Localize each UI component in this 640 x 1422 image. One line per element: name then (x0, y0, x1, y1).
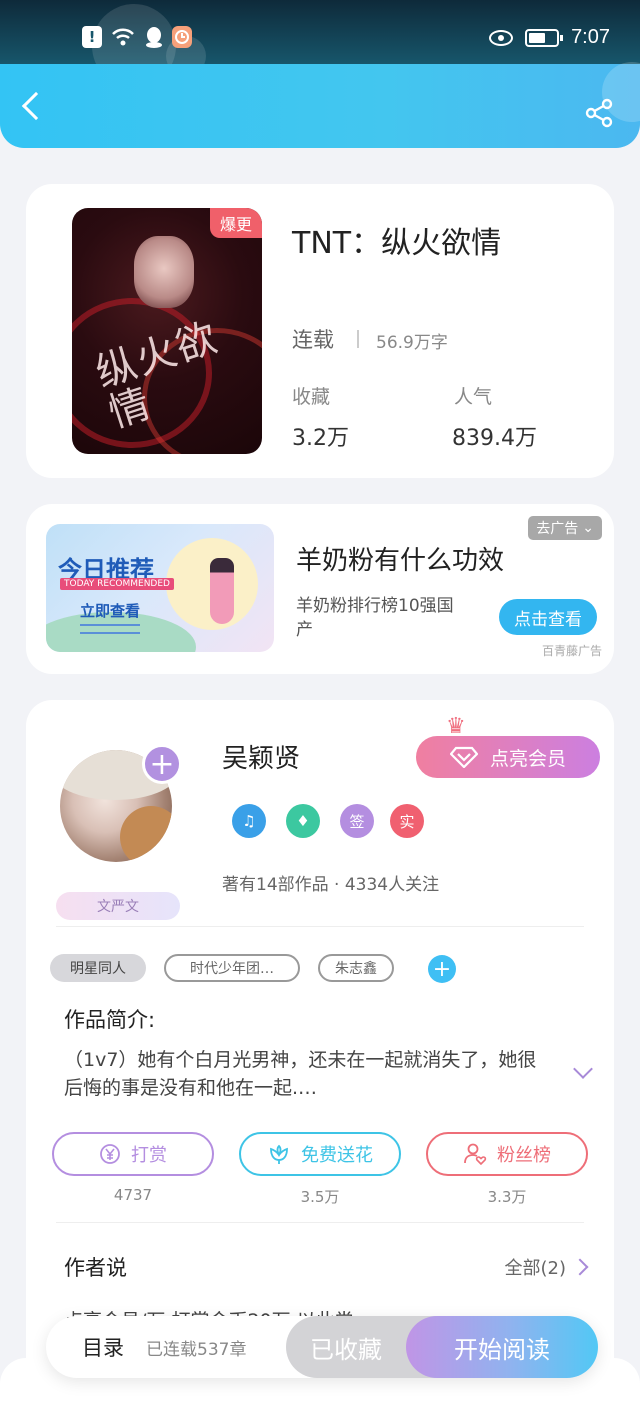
divider (357, 330, 359, 348)
bottom-action-bar: 目录 已连载537章 已收藏 开始阅读 (46, 1316, 598, 1378)
author-stats: 著有14部作品 · 4334人关注 (222, 875, 440, 895)
expand-icon[interactable] (573, 1059, 593, 1079)
fan-icon (464, 1143, 487, 1166)
ad-description: 羊奶粉排行榜10强国产 (296, 596, 454, 640)
ad-decor (80, 624, 140, 634)
handshake-badge-icon: ♦ (286, 804, 320, 838)
tag-chip[interactable]: 明星同人 (50, 954, 146, 982)
tag-chip[interactable]: 时代少年团… (164, 954, 300, 982)
divider (56, 926, 584, 927)
ad-image-subtitle: TODAY RECOMMENDED (60, 578, 174, 590)
author-says-heading: 作者说 (64, 1256, 127, 1280)
toc-button[interactable]: 目录 (82, 1332, 124, 1362)
popularity-label: 人气 (454, 386, 493, 408)
ad-title[interactable]: 羊奶粉有什么功效 (296, 540, 504, 577)
ad-image[interactable]: 今日推荐 TODAY RECOMMENDED 立即查看 (46, 524, 274, 652)
avatar-decor (120, 806, 172, 862)
verified-badge: 实 (390, 804, 424, 838)
book-cover[interactable]: 纵火欲情 (72, 208, 262, 454)
word-count: 56.9万字 (376, 333, 448, 353)
tip-count: 4737 (113, 1186, 153, 1204)
alert-icon: ! (82, 26, 102, 48)
serial-status: 连载 (292, 328, 334, 352)
ad-card[interactable]: 今日推荐 TODAY RECOMMENDED 立即查看 去广告 ⌄ 羊奶粉有什么… (26, 504, 614, 674)
qq-icon (144, 26, 164, 48)
tip-button[interactable]: 打赏 (52, 1132, 214, 1176)
fan-count: 3.3万 (487, 1188, 527, 1206)
follow-button[interactable]: + (142, 744, 182, 784)
send-flower-label: 免费送花 (301, 1145, 373, 1166)
yen-icon (100, 1144, 120, 1164)
remove-ad-label: 去广告 (536, 521, 579, 537)
chevron-down-icon: ⌄ (582, 520, 594, 536)
alarm-icon (172, 26, 192, 48)
chevron-right-icon (571, 1258, 589, 1276)
author-name[interactable]: 吴颖贤 (222, 738, 300, 775)
divider (56, 1222, 584, 1223)
view-all-label: 全部(2) (504, 1258, 567, 1279)
back-icon[interactable] (21, 91, 51, 121)
ad-image-cta: 立即查看 (80, 602, 141, 620)
status-bar: ! 7:07 (0, 0, 640, 88)
ad-view-button[interactable]: 点击查看 (499, 599, 597, 635)
send-flower-button[interactable]: 免费送花 (239, 1132, 401, 1176)
book-info-card: 纵火欲情 爆更 TNT：纵火欲情 连载 56.9万字 收藏 3.2万 人气 83… (26, 184, 614, 478)
signed-badge: 签 (340, 804, 374, 838)
add-tag-button[interactable]: + (428, 955, 456, 983)
author-tag: 文严文 (56, 892, 180, 920)
vip-button[interactable]: 点亮会员 (416, 736, 600, 778)
flower-count: 3.5万 (300, 1188, 340, 1206)
battery-icon (525, 28, 564, 47)
top-header (0, 62, 640, 148)
intro-heading: 作品简介: (64, 1008, 156, 1032)
favorites-label: 收藏 (292, 386, 331, 408)
collected-label: 已收藏 (310, 1335, 382, 1364)
view-all-link[interactable]: 全部(2) (504, 1254, 589, 1280)
wifi-icon (110, 26, 136, 48)
cover-portrait (134, 236, 194, 308)
tag-chip[interactable]: 朱志鑫 (318, 954, 394, 982)
eye-icon (489, 29, 514, 46)
music-badge-icon: ♫ (232, 804, 266, 838)
diamond-icon (449, 746, 478, 768)
hot-badge: 爆更 (210, 208, 262, 238)
chapter-count[interactable]: 已连载537章 (146, 1335, 246, 1360)
flower-icon (270, 1144, 288, 1164)
share-icon[interactable] (584, 98, 614, 128)
fan-rank-label: 粉丝榜 (497, 1145, 551, 1166)
intro-text[interactable]: （1v7）她有个白月光男神，还未在一起就消失了，她很后悔的事是没有和他在一起.… (64, 1046, 554, 1102)
favorites-value: 3.2万 (292, 426, 349, 451)
vip-label: 点亮会员 (489, 747, 566, 770)
book-title: TNT：纵火欲情 (292, 226, 502, 261)
clock: 7:07 (571, 26, 610, 48)
tip-label: 打赏 (131, 1145, 167, 1166)
popularity-value: 839.4万 (452, 426, 537, 451)
author-card: + 文严文 吴颖贤 ♛ 点亮会员 ♫ ♦ 签 实 著有14部作品 · 4334人… (26, 700, 614, 1422)
ad-illustration (210, 558, 234, 624)
start-reading-button[interactable]: 开始阅读 (406, 1316, 598, 1378)
ad-source: 百青藤广告 (541, 644, 602, 658)
remove-ad-button[interactable]: 去广告 ⌄ (528, 516, 602, 540)
fan-rank-button[interactable]: 粉丝榜 (426, 1132, 588, 1176)
